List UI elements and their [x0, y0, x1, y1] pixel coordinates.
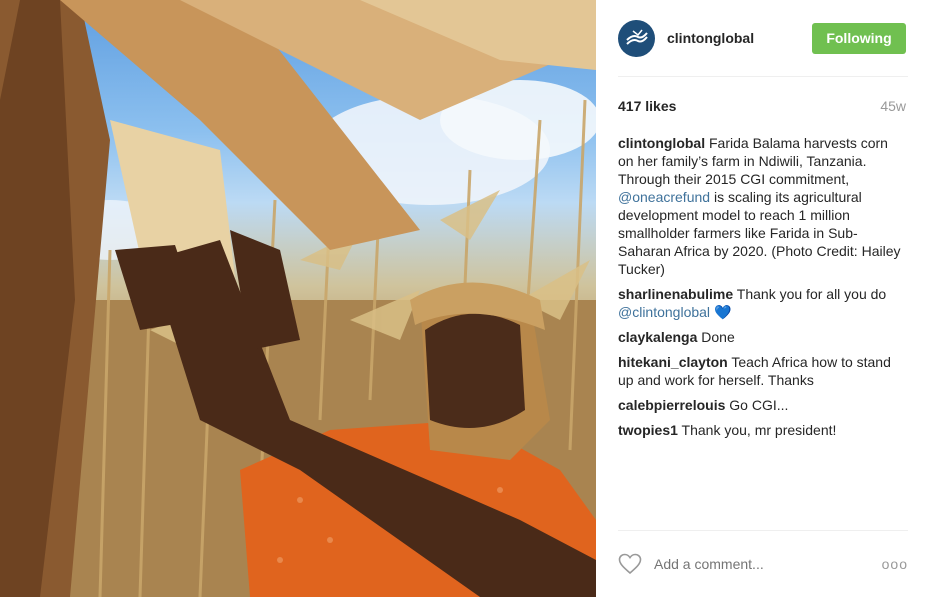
- comment-text: Done: [697, 329, 735, 345]
- comment-item: twopies1 Thank you, mr president!: [618, 421, 906, 439]
- post-caption: clintonglobal Farida Balama harvests cor…: [618, 134, 906, 278]
- post-viewer: clintonglobal Following 417 likes 45w cl…: [0, 0, 932, 597]
- comment-username[interactable]: hitekani_clayton: [618, 354, 728, 370]
- more-options-icon[interactable]: ooo: [882, 556, 908, 572]
- comment-item: calebpierrelouis Go CGI...: [618, 396, 906, 414]
- comment-item: claykalenga Done: [618, 328, 906, 346]
- comment-item: hitekani_clayton Teach Africa how to sta…: [618, 353, 906, 389]
- clinton-global-logo-icon: [625, 29, 648, 45]
- post-stats: 417 likes 45w: [618, 98, 906, 118]
- post-header: clintonglobal Following: [618, 14, 906, 62]
- comment-list: clintonglobal Farida Balama harvests cor…: [618, 134, 906, 446]
- following-button[interactable]: Following: [812, 22, 906, 54]
- comment-item: sharlinenabulime Thank you for all you d…: [618, 285, 906, 321]
- post-footer: ooo: [618, 550, 908, 578]
- add-comment-input[interactable]: [654, 553, 882, 575]
- comment-text: Thank you for all you do: [733, 286, 887, 302]
- comment-text: Go CGI...: [725, 397, 789, 413]
- likes-count[interactable]: 417 likes: [618, 98, 676, 118]
- comment-username[interactable]: sharlinenabulime: [618, 286, 733, 302]
- comment-username[interactable]: calebpierrelouis: [618, 397, 725, 413]
- post-username[interactable]: clintonglobal: [667, 30, 812, 46]
- photo-illustration: [0, 0, 596, 597]
- header-divider: [618, 76, 908, 77]
- avatar[interactable]: [618, 19, 655, 57]
- heart-outline-icon[interactable]: [618, 553, 642, 575]
- blue-heart-emoji: 💙: [713, 304, 732, 320]
- post-photo[interactable]: [0, 0, 596, 597]
- comment-text: Thank you, mr president!: [677, 422, 837, 438]
- comment-mention[interactable]: @clintonglobal: [618, 304, 710, 320]
- comment-username[interactable]: claykalenga: [618, 329, 697, 345]
- caption-username[interactable]: clintonglobal: [618, 135, 705, 151]
- comment-username[interactable]: twopies1: [618, 422, 678, 438]
- post-side-panel: clintonglobal Following 417 likes 45w cl…: [596, 0, 932, 597]
- footer-divider: [618, 530, 908, 531]
- caption-mention[interactable]: @oneacrefund: [618, 189, 710, 205]
- post-age[interactable]: 45w: [880, 98, 906, 118]
